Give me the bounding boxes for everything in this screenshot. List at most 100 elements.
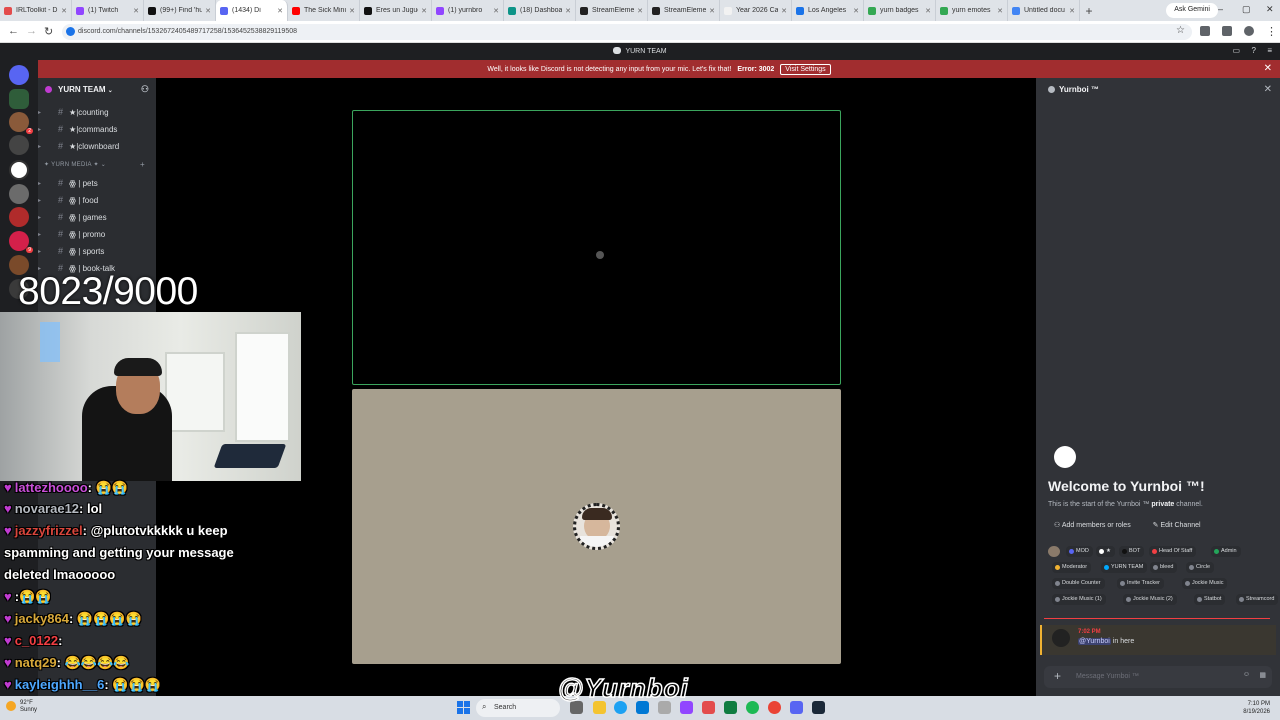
channel-item[interactable]: ▸ # ꙮ | food — [38, 192, 156, 208]
tab-close-icon[interactable]: ✕ — [421, 7, 427, 15]
server-icon[interactable] — [9, 160, 29, 180]
tab-close-icon[interactable]: ✕ — [349, 7, 355, 15]
browser-tab[interactable]: (1434) Di ✕ — [216, 0, 288, 21]
new-tab-button[interactable]: + — [1080, 4, 1098, 18]
chat-message[interactable]: 7:02 PM @Yurnboi in here — [1040, 625, 1276, 655]
emoji-icon[interactable]: ☺ — [1243, 671, 1250, 678]
browser-tab[interactable]: (99+) Find 'hu ✕ — [144, 0, 216, 21]
browser-tab[interactable]: StreamEleme ✕ — [576, 0, 648, 21]
close-panel-icon[interactable]: ✕ — [1264, 84, 1272, 95]
discord-taskbar-icon[interactable] — [790, 701, 803, 714]
tab-close-icon[interactable]: ✕ — [709, 7, 715, 15]
minimize-icon[interactable]: – — [1218, 4, 1223, 14]
tab-close-icon[interactable]: ✕ — [565, 7, 571, 15]
extensions-icon[interactable] — [1200, 26, 1210, 36]
help-icon[interactable]: ? — [1252, 46, 1256, 55]
tab-close-icon[interactable]: ✕ — [205, 7, 211, 15]
close-window-icon[interactable]: ✕ — [1266, 4, 1274, 15]
spotify-icon[interactable] — [746, 701, 759, 714]
browser-tab[interactable]: yurn badges ✕ — [864, 0, 936, 21]
browser-tab[interactable]: Untitled docu ✕ — [1008, 0, 1080, 21]
channel-item[interactable]: ▸ # ꙮ | games — [38, 209, 156, 225]
site-info-icon[interactable] — [66, 27, 75, 36]
server-icon[interactable] — [9, 184, 29, 204]
role-tag[interactable]: Head Of Staff — [1149, 546, 1197, 557]
role-tag[interactable]: MOD — [1066, 546, 1093, 557]
steam-icon[interactable] — [812, 701, 825, 714]
message-avatar[interactable] — [1052, 629, 1070, 647]
edit-channel-button[interactable]: ✎ Edit Channel — [1153, 522, 1211, 529]
server-icon[interactable]: 9 — [9, 231, 33, 253]
server-icon[interactable] — [9, 89, 29, 109]
system-clock[interactable]: 7:10 PM 8/19/2026 — [1243, 700, 1270, 716]
attach-plus-icon[interactable]: + — [1054, 669, 1061, 683]
weather-widget[interactable]: 92°F Sunny — [6, 700, 37, 714]
browser-tab[interactable]: IRLToolkit - D ✕ — [0, 0, 72, 21]
browser-tab[interactable]: Eres un Jugue ✕ — [360, 0, 432, 21]
server-icon[interactable] — [9, 135, 29, 155]
chrome-icon[interactable] — [768, 701, 781, 714]
channel-item[interactable]: ▸ # ꙮ | promo — [38, 226, 156, 242]
tab-close-icon[interactable]: ✕ — [781, 7, 787, 15]
role-tag[interactable]: bleed — [1150, 562, 1178, 573]
browser-tab[interactable]: The Sick Minu ✕ — [288, 0, 360, 21]
add-members-button[interactable]: ⚇ Add members or roles — [1054, 522, 1141, 529]
start-menu-icon[interactable] — [457, 701, 470, 714]
role-tag[interactable]: Jockie Music (2) — [1123, 594, 1177, 605]
screen-share-tile[interactable] — [352, 110, 841, 385]
channel-item[interactable]: ▸ # ★|counting — [38, 104, 156, 120]
channel-item[interactable]: ▸ # ★|clownboard — [38, 138, 156, 154]
maximize-icon[interactable]: ▢ — [1242, 4, 1251, 15]
inbox-icon[interactable]: ▭ — [1232, 46, 1240, 55]
role-tag[interactable]: Jockie Music — [1182, 578, 1228, 589]
channel-item[interactable]: ▸ # ★|commands — [38, 121, 156, 137]
back-icon[interactable]: ← — [8, 25, 19, 37]
channel-category[interactable]: ✦ YURN MEDIA ✦ ⌄ + — [44, 160, 145, 169]
role-tag[interactable]: Streamcord — [1236, 594, 1279, 605]
role-tag[interactable]: BOT — [1119, 546, 1145, 557]
role-tag[interactable]: Invite Tracker — [1117, 578, 1165, 589]
browser-tab[interactable]: (18) Dashboa ✕ — [504, 0, 576, 21]
role-tag[interactable]: Statbot — [1194, 594, 1226, 605]
role-tag[interactable]: Circle — [1186, 562, 1215, 573]
browser-tab[interactable]: Los Angeles ✕ — [792, 0, 864, 21]
role-tag[interactable]: Jockie Music (1) — [1052, 594, 1106, 605]
tab-close-icon[interactable]: ✕ — [925, 7, 931, 15]
url-field[interactable]: discord.com/channels/1532672405489717258… — [62, 24, 1192, 40]
user-mention[interactable]: @Yurnboi — [1078, 638, 1111, 645]
tab-close-icon[interactable]: ✕ — [493, 7, 499, 15]
discord-home-icon[interactable] — [9, 65, 29, 85]
app-icon[interactable] — [702, 701, 715, 714]
browser-tab[interactable]: (1) Twitch ✕ — [72, 0, 144, 21]
reload-icon[interactable]: ↻ — [44, 25, 53, 38]
bookmark-star-icon[interactable]: ☆ — [1176, 25, 1185, 36]
profile-avatar[interactable] — [1244, 26, 1254, 36]
excel-icon[interactable] — [724, 701, 737, 714]
tab-close-icon[interactable]: ✕ — [277, 7, 283, 15]
tab-close-icon[interactable]: ✕ — [61, 7, 67, 15]
sidepanel-icon[interactable] — [1222, 26, 1232, 36]
tab-close-icon[interactable]: ✕ — [853, 7, 859, 15]
invite-people-icon[interactable]: ⚇ — [141, 84, 149, 95]
browser-tab[interactable]: Year 2026 Ca ✕ — [720, 0, 792, 21]
taskbar-search[interactable]: ⌕ Search — [476, 699, 560, 717]
tab-close-icon[interactable]: ✕ — [637, 7, 643, 15]
ask-gemini-button[interactable]: Ask Gemini — [1166, 3, 1218, 18]
channel-item[interactable]: ▸ # ꙮ | sports — [38, 243, 156, 259]
member-avatar[interactable] — [1048, 546, 1060, 557]
menu-icon[interactable]: ≡ — [1267, 46, 1272, 55]
role-tag[interactable]: ★ — [1096, 546, 1115, 557]
role-tag[interactable]: Moderator — [1052, 562, 1092, 573]
banner-close-icon[interactable]: ✕ — [1264, 63, 1272, 74]
role-tag[interactable]: Double Counter — [1052, 578, 1105, 589]
create-channel-icon[interactable]: + — [140, 160, 145, 169]
role-tag[interactable]: YURN TEAM — [1101, 562, 1148, 573]
forward-icon[interactable]: → — [26, 25, 37, 37]
tab-close-icon[interactable]: ✕ — [1069, 7, 1075, 15]
server-icon[interactable]: 2 — [9, 112, 33, 134]
server-icon[interactable] — [9, 207, 29, 227]
visit-settings-button[interactable]: Visit Settings — [780, 63, 831, 75]
tab-close-icon[interactable]: ✕ — [133, 7, 139, 15]
browser-tab[interactable]: (1) yurnbro ✕ — [432, 0, 504, 21]
tab-close-icon[interactable]: ✕ — [997, 7, 1003, 15]
